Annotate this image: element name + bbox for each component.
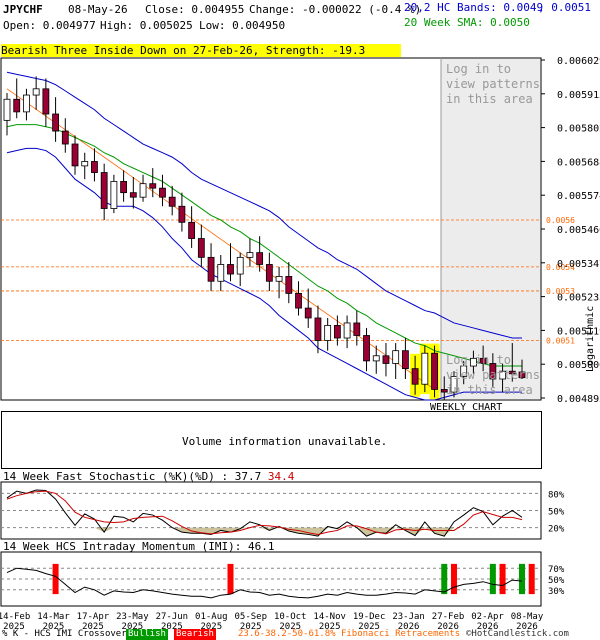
fib-label: 0.0051	[546, 337, 575, 346]
imi-tick-label: 50%	[548, 576, 565, 586]
candle-body	[227, 264, 234, 275]
candle-body	[129, 192, 137, 198]
candle-body	[159, 187, 166, 198]
candle-body	[110, 181, 118, 209]
candle-body	[52, 113, 59, 132]
y-tick-label: 0.006029	[557, 56, 600, 67]
login-line-2: view patterns	[446, 77, 540, 91]
login-line-1: Log in to	[446, 62, 512, 76]
candle-body	[246, 252, 254, 258]
candle-body	[285, 276, 293, 294]
candle-body	[353, 322, 361, 336]
imi-crossover-bearish	[528, 563, 535, 595]
candle-body	[392, 350, 400, 364]
candle-body	[42, 88, 50, 115]
y-tick-label: 0.005688	[557, 157, 600, 168]
bearish-badge: Bearish	[174, 629, 216, 640]
candle-body	[71, 143, 79, 167]
candle-body	[197, 238, 205, 258]
candle-body	[324, 325, 332, 341]
candle-body	[295, 292, 302, 309]
candle-body	[421, 352, 429, 385]
imi-crossover-bearish	[450, 563, 457, 595]
logarithmic-label: Logarithmic	[585, 305, 596, 372]
y-tick-label: 0.005233	[557, 293, 600, 304]
stoch-tick-label: 80%	[548, 490, 565, 500]
candle-body	[401, 350, 409, 370]
imi-tick-label: 30%	[548, 587, 565, 597]
candle-body	[3, 98, 11, 121]
candle-body	[81, 161, 89, 167]
y-tick-label: 0.004892	[557, 394, 600, 405]
login-line-3: in this area	[446, 92, 533, 106]
candle-body	[100, 172, 108, 209]
bullish-badge: Bullish	[126, 629, 168, 640]
y-tick-label: 0.005347	[557, 259, 600, 270]
copyright: ©HotCandlestick.com	[466, 629, 569, 639]
candle-body	[236, 256, 244, 275]
login-line-3b: in this area	[446, 383, 533, 397]
candle-body	[217, 264, 225, 282]
candle-body	[178, 205, 186, 223]
candle-body	[304, 307, 312, 319]
y-tick-label: 0.005802	[557, 124, 600, 135]
candle-body	[431, 352, 438, 390]
imi-crossover-bearish	[52, 563, 59, 595]
candle-body	[343, 322, 351, 339]
y-tick-label: 0.005915	[557, 90, 600, 101]
imi-crossover-bullish	[489, 563, 496, 595]
candle-body	[168, 196, 176, 207]
login-prompt-bottom[interactable]: Log in to view patterns in this area	[446, 353, 540, 398]
stoch-tick-label: 50%	[548, 508, 565, 518]
fib-label: 0.0056	[546, 216, 575, 225]
fib-legend: 23.6-38.2-50-61.8% Fibonacci Retracement…	[238, 629, 461, 639]
candle-body	[275, 276, 283, 282]
stochastic-chart: 80% 50% 20%	[0, 481, 565, 540]
imi-crossover-bullish	[441, 563, 448, 595]
candle-body	[61, 130, 69, 145]
volume-message: Volume information unavailable.	[182, 435, 388, 448]
candle-body	[314, 317, 322, 341]
candle-body	[207, 256, 215, 282]
candle-body	[149, 183, 157, 189]
candle-body	[382, 355, 390, 364]
candle-body	[91, 161, 98, 173]
imi-crossover-bullish	[519, 563, 525, 595]
imi-crossover-bearish	[499, 563, 506, 595]
candle-body	[188, 221, 196, 239]
candle-body	[139, 183, 147, 198]
candle-body	[372, 355, 380, 362]
imi-tick-label: 70%	[548, 565, 565, 575]
login-line-1b: Log in to	[446, 353, 512, 367]
stoch-tick-label: 20%	[548, 525, 565, 535]
y-tick-label: 0.005460	[557, 225, 600, 236]
candle-body	[411, 368, 419, 385]
y-tick-label: 0.005574	[557, 191, 600, 202]
candle-body	[13, 98, 21, 113]
candle-body	[333, 325, 341, 339]
imi-crossover-bearish	[227, 563, 234, 595]
candle-body	[120, 181, 128, 194]
candle-body	[32, 88, 40, 96]
candle-body	[256, 252, 264, 265]
login-shade	[441, 59, 540, 399]
footer-legend: % K - HCS IMI Crossover:	[2, 629, 133, 639]
imi-chart: 70%50%30%	[0, 551, 565, 607]
login-prompt-top[interactable]: Log in to view patterns in this area	[446, 62, 540, 107]
login-line-2b: view patterns	[446, 368, 540, 382]
candle-body	[23, 94, 30, 113]
candle-body	[265, 264, 273, 282]
footer: % K - HCS IMI Crossover: Bullish Bearish…	[0, 629, 600, 640]
candle-body	[363, 335, 370, 362]
